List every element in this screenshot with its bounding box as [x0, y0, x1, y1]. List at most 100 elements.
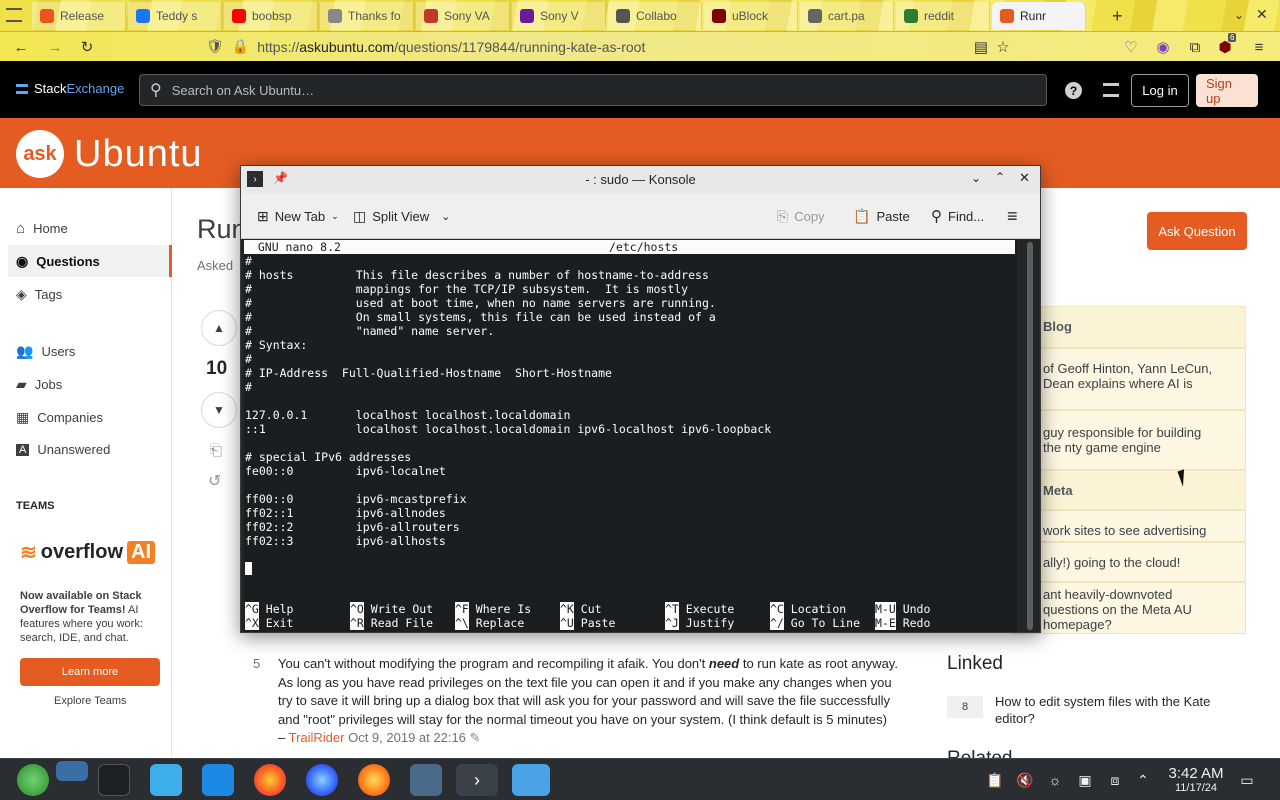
window-close-icon[interactable]: ✕ — [1256, 6, 1268, 23]
new-tab-icon[interactable]: + — [1112, 6, 1123, 27]
forward-icon[interactable]: → — [44, 36, 66, 58]
signup-button[interactable]: Sign up — [1196, 74, 1258, 107]
firefox-dev-icon[interactable] — [306, 764, 338, 796]
browser-tab[interactable]: Collabo — [608, 2, 702, 30]
copy-button[interactable]: ⎘ Copy — [777, 202, 825, 230]
url-bar[interactable]: 🛡 🔒 https://askubuntu.com/questions/1179… — [196, 34, 1026, 59]
shortcut-key: ^O — [350, 602, 364, 616]
browser-tab[interactable]: Teddy s — [128, 2, 222, 30]
meta-item-2[interactable]: ally!) going to the cloud! — [1010, 542, 1246, 582]
file-manager-icon[interactable] — [202, 764, 234, 796]
learn-more-button[interactable]: Learn more — [20, 658, 160, 686]
terminal-area[interactable]: GNU nano 8.2/etc/hosts # # hosts This fil… — [244, 240, 1017, 632]
app-menu-icon[interactable]: ≡ — [1248, 36, 1270, 58]
shortcut-label: Execute — [678, 602, 735, 616]
firefox-icon[interactable] — [254, 764, 286, 796]
site-switcher-icon[interactable] — [1103, 83, 1119, 97]
lock-icon[interactable]: 🔒 — [232, 38, 249, 55]
tab-list-icon[interactable] — [6, 8, 22, 22]
history-icon[interactable]: ↺ — [208, 471, 221, 491]
shortcut-label: Justify — [678, 616, 735, 630]
system-settings-icon[interactable] — [98, 764, 130, 796]
reader-view-icon[interactable]: ▤ — [970, 36, 992, 58]
account-icon[interactable]: ◉ — [1152, 36, 1174, 58]
nav-companies[interactable]: ▦ Companies — [16, 409, 103, 426]
konsole-app-icon[interactable]: › — [247, 171, 263, 187]
browser-tab[interactable]: reddit — [896, 2, 990, 30]
edit-pencil-icon[interactable]: ✎ — [470, 730, 481, 745]
browser-tab[interactable]: Thanks fo — [320, 2, 414, 30]
storage-icon[interactable]: ▣ — [1076, 771, 1094, 789]
pocket-icon[interactable]: ♡ — [1120, 36, 1142, 58]
nav-unanswered[interactable]: A Unanswered — [16, 442, 110, 457]
login-button[interactable]: Log in — [1131, 74, 1189, 107]
file-line — [245, 436, 771, 450]
desktop-pager-icon[interactable] — [56, 761, 88, 781]
downvote-button[interactable]: ▼ — [201, 392, 237, 428]
home-icon: ⌂ — [16, 220, 26, 237]
explore-teams-link[interactable]: Explore Teams — [54, 695, 127, 707]
shortcut-item: ^F Where Is — [455, 602, 531, 616]
users-icon: 👥 — [16, 343, 34, 359]
nav-users[interactable]: 👥 Users — [16, 343, 75, 360]
network-icon[interactable]: ⧈ — [1106, 771, 1124, 789]
clock[interactable]: 3:42 AM 11/17/24 — [1160, 765, 1232, 794]
clipboard-icon[interactable]: 📋 — [986, 771, 1004, 789]
tray-expand-icon[interactable]: ⌃ — [1134, 771, 1152, 789]
browser-tab[interactable]: Sony V — [512, 2, 606, 30]
author-link[interactable]: TrailRider — [289, 730, 345, 745]
maximize-icon[interactable]: ⌃ — [995, 170, 1005, 184]
brightness-icon[interactable]: ☼ — [1046, 771, 1064, 789]
minimize-icon[interactable]: ⌄ — [971, 171, 981, 185]
blog-heading: Blog — [1010, 306, 1246, 348]
find-button[interactable]: ⚲ Find... — [931, 202, 984, 230]
show-desktop-icon[interactable]: ▭ — [1238, 771, 1256, 789]
close-icon[interactable]: ✕ — [1019, 170, 1030, 186]
browser-tab[interactable]: Runr — [992, 2, 1086, 30]
hamburger-menu-icon[interactable]: ≡ — [1007, 202, 1018, 230]
paste-button[interactable]: 📋 Paste — [853, 202, 910, 230]
back-icon[interactable]: ← — [10, 36, 32, 58]
dolphin-task-icon[interactable] — [512, 764, 550, 796]
blog-item-2[interactable]: guy responsible for building the nty gam… — [1010, 410, 1246, 470]
firefox-esr-icon[interactable] — [358, 764, 390, 796]
pin-icon[interactable]: 📌 — [273, 171, 288, 185]
blog-item-1[interactable]: of Geoff Hinton, Yann LeCun, Dean explai… — [1010, 348, 1246, 410]
nav-questions[interactable]: ◉ Questions — [8, 245, 172, 277]
konsole-titlebar[interactable]: › 📌 - : sudo — Konsole ⌄ ⌃ ✕ — [241, 166, 1040, 193]
file-line: # — [245, 352, 252, 366]
reload-icon[interactable]: ↻ — [76, 36, 98, 58]
kate-editor-icon[interactable] — [410, 764, 442, 796]
nav-jobs[interactable]: ▰ Jobs — [16, 376, 62, 393]
site-search-input[interactable]: ⚲ Search on Ask Ubuntu… — [139, 74, 1047, 106]
file-line: fe00::0 ipv6-localnet — [245, 464, 446, 478]
nav-home[interactable]: ⌂ Home — [16, 220, 68, 237]
browser-tab[interactable]: boobsp — [224, 2, 318, 30]
upvote-button[interactable]: ▲ — [201, 310, 237, 346]
browser-tab[interactable]: Release — [32, 2, 126, 30]
volume-muted-icon[interactable]: 🔇 — [1016, 771, 1034, 789]
extensions-icon[interactable]: ⧉ — [1184, 36, 1206, 58]
help-icon[interactable]: ? — [1065, 82, 1082, 99]
shield-icon[interactable]: 🛡 — [206, 38, 224, 55]
split-view-button[interactable]: ◫ Split View ⌄ — [353, 202, 450, 230]
new-tab-button[interactable]: ⊞ New Tab ⌄ — [257, 202, 339, 230]
browser-tab[interactable]: cart.pa — [800, 2, 894, 30]
app-launcher-icon[interactable] — [17, 764, 49, 796]
file-line — [245, 394, 771, 408]
ask-question-button[interactable]: Ask Question — [1147, 212, 1247, 250]
linked-question-link[interactable]: How to edit system files with the Kate e… — [995, 693, 1235, 727]
bookmark-icon[interactable]: ⎗ — [210, 442, 222, 459]
meta-item-3[interactable]: ant heavily-downvoted questions on the M… — [1010, 582, 1246, 634]
tab-overflow-icon[interactable]: ⌄ — [1234, 8, 1244, 22]
nav-tags[interactable]: ◈ Tags — [16, 286, 62, 303]
browser-tab[interactable]: uBlock — [704, 2, 798, 30]
bookmark-star-icon[interactable]: ☆ — [992, 36, 1014, 58]
discover-icon[interactable] — [150, 764, 182, 796]
terminal-scrollbar[interactable] — [1027, 242, 1033, 630]
meta-item-1[interactable]: work sites to see advertising test — [1010, 510, 1246, 553]
konsole-task-icon[interactable]: › — [456, 764, 498, 796]
browser-tab[interactable]: Sony VA — [416, 2, 510, 30]
askubuntu-logo[interactable]: ask Ubuntu — [16, 130, 203, 178]
se-logo[interactable]: StackExchange — [16, 81, 124, 96]
